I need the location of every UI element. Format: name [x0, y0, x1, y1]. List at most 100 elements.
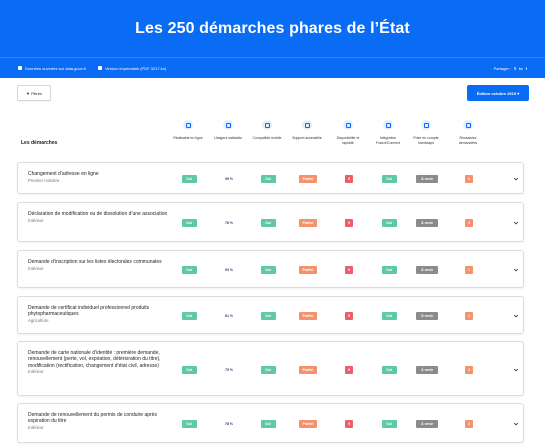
table-row[interactable]: Demande de renouvellement du permis de c…: [17, 403, 524, 443]
user-icon: [383, 120, 393, 130]
procedure-title: Demande d’inscription sur les listes éle…: [28, 259, 162, 265]
fc-cell: Oui: [381, 312, 397, 320]
toolbar: ▼ Filtres Édition octobre 2019 ▾: [17, 85, 529, 101]
handicap-cell: À venir: [416, 312, 438, 320]
handicap-cell: À venir: [416, 219, 438, 227]
online-cell: Oui: [181, 420, 197, 428]
column-header: Compatible mobile: [250, 118, 284, 141]
share-label: Partager :: [493, 65, 512, 71]
table-row[interactable]: Changement d’adresse en ligne Premier min…: [17, 162, 524, 194]
column-label: Prise en compte handicaps: [413, 136, 439, 145]
fc-cell: Oui: [381, 266, 397, 274]
column-label: Ressaisies demandées: [458, 136, 478, 145]
share-group: Partager : 𝕥 in f: [494, 66, 527, 71]
support-cell: Partiel: [299, 175, 317, 183]
handicap-cell: À venir: [416, 366, 438, 374]
edition-select[interactable]: Édition octobre 2019 ▾: [467, 85, 529, 101]
support-cell: Partiel: [299, 420, 317, 428]
support-cell: Partiel: [299, 266, 317, 274]
mobile-icon: [262, 120, 272, 130]
support-icon: [302, 120, 312, 130]
table-row[interactable]: Demande de certificat individuel profess…: [17, 296, 524, 334]
table-row[interactable]: Demande d’inscription sur les listes éle…: [17, 250, 524, 288]
ressaisies-cell: 0: [465, 175, 473, 183]
column-label: Intégration FranceConnect: [376, 136, 400, 145]
satisfaction-cell: 95 %: [225, 177, 233, 181]
page-title: Les 250 démarches phares de l’État: [135, 19, 410, 37]
ministry-label: Intérieur: [28, 369, 44, 375]
satisfaction-cell: 93 %: [225, 268, 233, 272]
procedure-name: Déclaration de modification ou de dissol…: [28, 211, 176, 224]
ressaisies-cell: 3: [465, 219, 473, 227]
chevron-down-icon[interactable]: [513, 367, 519, 373]
support-cell: Partiel: [299, 366, 317, 374]
info-bar: Données ouvertes sur data.gouv.fr Versio…: [0, 57, 545, 78]
procedure-name: Demande de carte nationale d’identité : …: [28, 350, 176, 376]
handicap-cell: À venir: [416, 175, 438, 183]
twitter-icon[interactable]: 𝕥: [514, 66, 516, 71]
column-header: Disponibilité et rapidité: [331, 118, 365, 145]
column-header: Réalisable en ligne: [171, 118, 205, 141]
dispo-cell: 9: [345, 312, 353, 320]
procedure-title: Changement d’adresse en ligne: [28, 171, 99, 177]
open-data-link[interactable]: Données ouvertes sur data.gouv.fr: [18, 66, 86, 71]
online-cell: Oui: [181, 366, 197, 374]
mobile-cell: Oui: [260, 175, 276, 183]
chevron-down-icon[interactable]: [513, 220, 519, 226]
dispo-cell: 9: [345, 420, 353, 428]
procedure-name: Demande de certificat individuel profess…: [28, 305, 176, 324]
column-label: Disponibilité et rapidité: [336, 136, 360, 145]
ressaisies-cell: 2: [465, 420, 473, 428]
ministry-label: Agriculture: [28, 318, 49, 324]
column-header: Prise en compte handicaps: [409, 118, 443, 145]
cloud-icon: [183, 120, 193, 130]
facebook-icon[interactable]: f: [526, 66, 527, 71]
dispo-cell: 9: [345, 219, 353, 227]
briefcase-icon: [463, 120, 473, 130]
column-label: Usagers satisfaits: [214, 136, 242, 140]
table-title: Les démarches: [21, 140, 58, 146]
ministry-label: Intérieur: [28, 425, 44, 431]
dispo-cell: 9: [345, 366, 353, 374]
table-header: Les démarches Réalisable en ligne Usagers…: [17, 118, 529, 156]
procedure-name: Demande de renouvellement du permis de c…: [28, 412, 176, 431]
chevron-down-icon[interactable]: [513, 267, 519, 273]
chevron-down-icon[interactable]: [513, 421, 519, 427]
online-cell: Oui: [181, 175, 197, 183]
dispo-cell: 9: [345, 266, 353, 274]
online-cell: Oui: [181, 312, 197, 320]
ressaisies-cell: 1: [465, 266, 473, 274]
procedure-title: Demande de certificat individuel profess…: [28, 305, 150, 318]
handicap-cell: À venir: [416, 266, 438, 274]
chevron-down-icon[interactable]: [513, 176, 519, 182]
smiley-icon: [223, 120, 233, 130]
satisfaction-cell: 78 %: [225, 422, 233, 426]
table-row[interactable]: Déclaration de modification ou de dissol…: [17, 202, 524, 242]
online-cell: Oui: [181, 219, 197, 227]
fc-cell: Oui: [381, 175, 397, 183]
procedure-title: Demande de carte nationale d’identité : …: [28, 350, 161, 369]
column-label: Support accessible: [292, 136, 322, 140]
chevron-down-icon[interactable]: [513, 313, 519, 319]
support-cell: Partiel: [299, 219, 317, 227]
accessibility-icon: [421, 120, 431, 130]
ressaisies-cell: 2: [465, 366, 473, 374]
table-row[interactable]: Demande de carte nationale d’identité : …: [17, 341, 524, 396]
mobile-cell: Oui: [260, 266, 276, 274]
mobile-cell: Oui: [260, 312, 276, 320]
filters-button[interactable]: ▼ Filtres: [17, 85, 51, 101]
satisfaction-cell: 78 %: [225, 221, 233, 225]
fc-cell: Oui: [381, 366, 397, 374]
handicap-cell: À venir: [416, 420, 438, 428]
dispo-cell: 9: [345, 175, 353, 183]
online-cell: Oui: [181, 266, 197, 274]
column-header: Support accessible: [290, 118, 324, 141]
support-cell: Partiel: [299, 312, 317, 320]
procedure-title: Demande de renouvellement du permis de c…: [28, 412, 157, 425]
procedure-title: Déclaration de modification ou de dissol…: [28, 211, 168, 217]
printable-version-link[interactable]: Version imprimable (PDF 3217 ko): [98, 66, 166, 71]
linkedin-icon[interactable]: in: [519, 66, 523, 71]
column-header: Intégration FranceConnect: [371, 118, 405, 145]
ministry-label: Premier ministre: [28, 177, 60, 183]
mobile-cell: Oui: [260, 420, 276, 428]
